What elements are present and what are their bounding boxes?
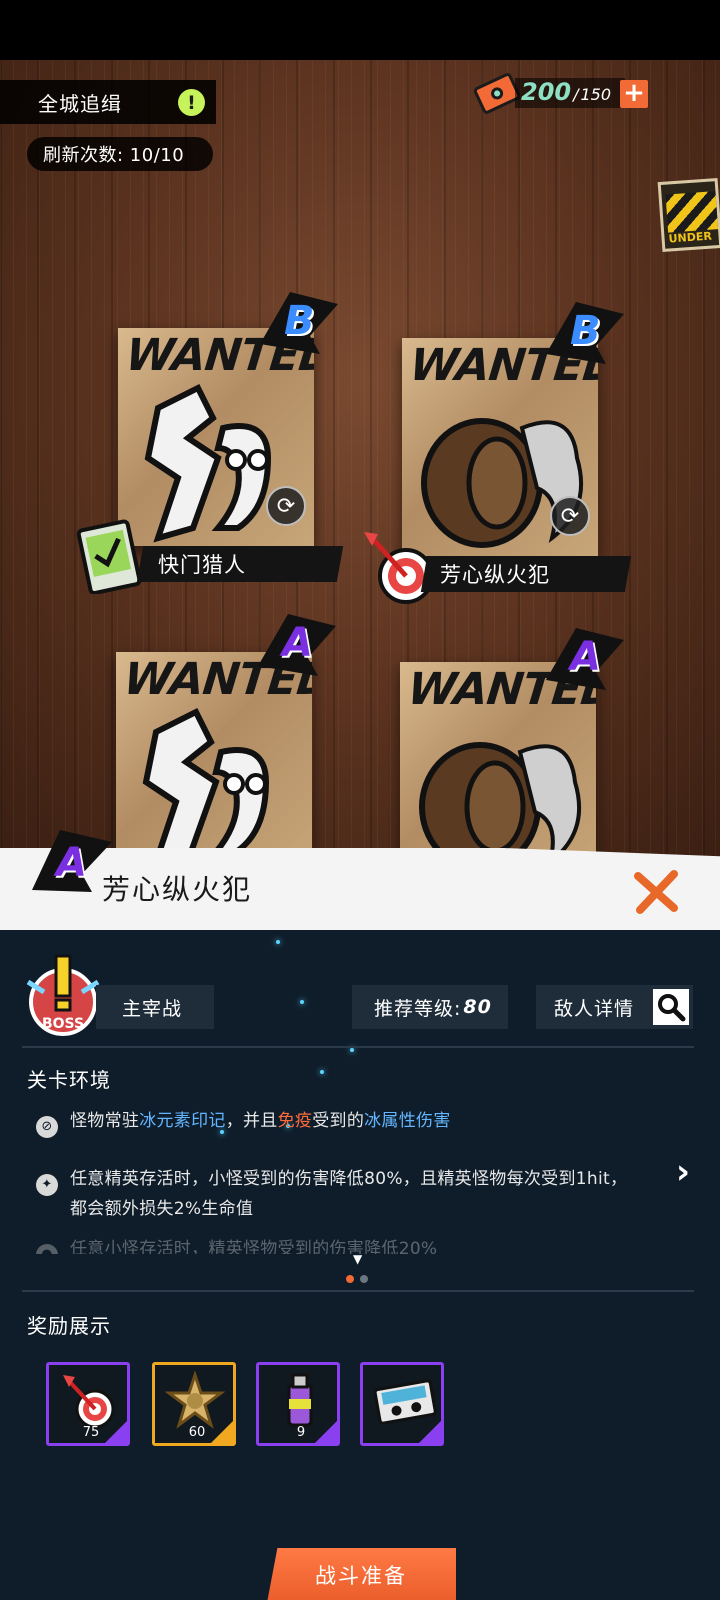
divider [22,1290,694,1292]
reward-section-title: 奖励展示 [27,1314,111,1338]
side-banner[interactable]: UNDER [657,177,720,253]
monster-art-icon [142,707,270,867]
rarity-corner [419,1421,441,1443]
reward-item-1[interactable]: 75 [46,1362,130,1446]
reward-count: 60 [188,1425,206,1440]
rank-letter: B [570,308,601,354]
rank-badge-4: A [536,620,626,702]
rank-letter: B [284,298,315,344]
battle-type-chip: 主宰战 [96,985,214,1029]
page-indicator [346,1268,374,1287]
ticket-separator: / [573,85,579,104]
side-banner-label: UNDER [668,229,713,246]
level-value: 80 [463,996,492,1018]
env-rule-2: ✦ 任意精英存活时，小怪受到的伤害降低80%，且精英怪物每次受到1hit， 都会额… [36,1166,627,1222]
status-bar [0,0,720,60]
detail-title: 芳心纵火犯 [102,873,253,906]
page-dot [360,1275,368,1283]
sparkle [350,1048,354,1052]
divider [22,1046,694,1048]
enemy-detail-button[interactable]: 敌人详情 [536,985,693,1029]
poster-name-tag-1: 快门猎人 [136,546,344,582]
page-dot-active [346,1275,354,1283]
sparkle [300,1000,304,1004]
exclamation-icon[interactable]: ! [178,89,205,116]
elite-icon: ✦ [36,1174,58,1196]
mode-title: 全城追缉 [38,91,122,116]
wanted-board [0,60,720,860]
plus-icon[interactable]: + [620,80,648,108]
mode-title-bar: 全城追缉 ! [0,80,216,124]
battle-prepare-button[interactable]: 战斗准备 [266,1548,456,1600]
env-rule-1: ⊘ 怪物常驻冰元素印记，并且免疫受到的冰属性伤害 [36,1108,451,1138]
close-icon[interactable] [632,868,680,916]
ticket-current: 200 [521,78,572,106]
target-name: 芳心纵火犯 [440,563,550,587]
search-icon [653,989,689,1025]
no-symbol-icon: ⊘ [36,1116,58,1138]
caret-down-icon: ▼ [353,1252,363,1266]
sparkle [320,1070,324,1074]
boss-badge-icon: BOSS [26,954,100,1036]
poster-name-tag-2: 芳心纵火犯 [420,556,632,592]
reward-item-4[interactable] [360,1362,444,1446]
rank-letter: A [282,620,313,666]
minion-icon: ● [36,1244,58,1254]
reroll-icon[interactable]: ⟳ [266,486,306,526]
chevron-right-icon[interactable]: › [676,1152,690,1192]
ticket-currency: 200 / 150 + [470,72,652,114]
rank-letter: A [56,840,87,886]
ticket-max: 150 [580,85,612,104]
reward-item-2[interactable]: 60 [152,1362,236,1446]
reward-count: 9 [296,1425,306,1440]
rank-badge-3: A [248,606,338,688]
detail-rank-badge: A [26,820,116,902]
env-rule-3: ●任意小怪存活时，精英怪物受到的伤害降低20% [36,1236,437,1254]
reward-count: 75 [82,1425,100,1440]
caution-stripes-icon [665,191,719,233]
sparkle [276,940,280,944]
enemy-detail-label: 敌人详情 [554,997,635,1020]
reroll-icon[interactable]: ⟳ [550,496,590,536]
recommended-level-chip: 推荐等级: 80 [352,985,508,1029]
rank-letter: A [570,634,601,680]
rank-badge-1: B [250,284,340,366]
refresh-count: 刷新次数: 10/10 [27,137,213,171]
level-label: 推荐等级: [374,997,462,1020]
env-section-title: 关卡环境 [27,1068,111,1092]
target-name: 快门猎人 [158,553,246,577]
rank-badge-2: B [536,294,626,376]
boss-badge-text: BOSS [42,1016,84,1032]
reward-item-3[interactable]: 9 [256,1362,340,1446]
